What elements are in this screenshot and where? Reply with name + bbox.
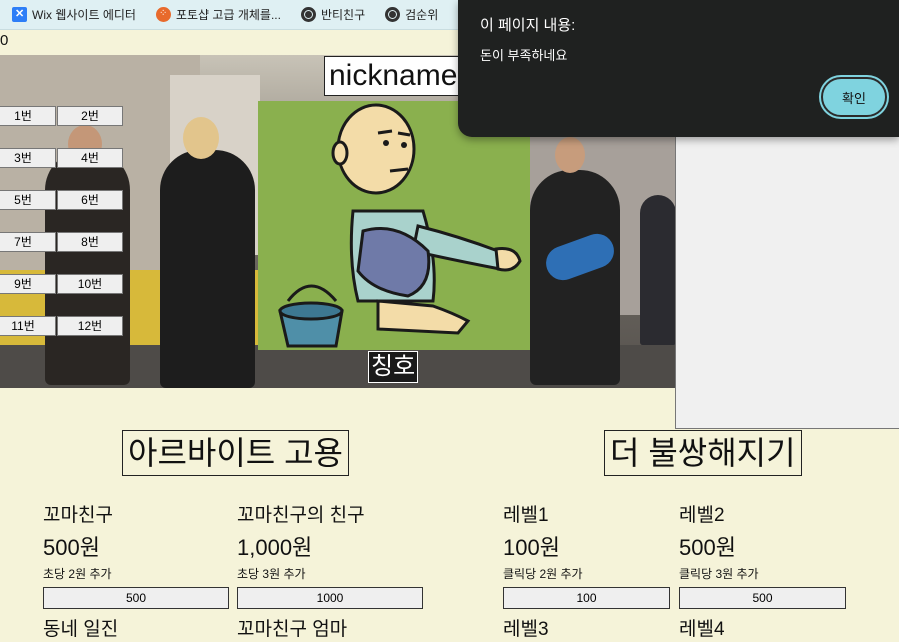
number-button-7[interactable]: 7번 xyxy=(0,232,56,252)
item-name: 꼬마친구의 친구 xyxy=(237,505,365,526)
item-name: 레벨4 xyxy=(679,619,725,640)
number-button-10[interactable]: 10번 xyxy=(57,274,123,294)
nickname-label: nickname xyxy=(324,56,472,96)
orange-circle-icon xyxy=(155,7,171,22)
item-name: 레벨3 xyxy=(503,619,549,640)
number-button-1[interactable]: 1번 xyxy=(0,106,56,126)
bookmark-label: 포토샵 고급 개체를... xyxy=(175,8,281,22)
item-price: 100원 xyxy=(503,535,560,560)
bookmark-label: 검순위 xyxy=(405,8,439,22)
item-description: 초당 2원 추가 xyxy=(43,567,112,581)
shop-item-level2: 레벨2 500원 클릭당 3원 추가 500 xyxy=(679,504,865,609)
item-name: 꼬마친구 xyxy=(43,505,113,526)
bookmark-label: Wix 웹사이트 에디터 xyxy=(32,8,136,22)
item-price: 500원 xyxy=(679,535,736,560)
bookmark-wix[interactable]: Wix 웹사이트 에디터 xyxy=(12,6,136,23)
shop-item-kid-friend: 꼬마친구 500원 초당 2원 추가 500 xyxy=(43,504,229,609)
bookmark-banti[interactable]: 반티친구 xyxy=(300,6,366,23)
wix-icon xyxy=(12,7,27,22)
poorer-section-title: 더 불쌍해지기 xyxy=(604,430,802,476)
ok-button[interactable]: 확인 xyxy=(821,77,887,117)
shop-item-level1: 레벨1 100원 클릭당 2원 추가 100 xyxy=(503,504,689,609)
dialog-title: 이 페이지 내용: xyxy=(480,17,576,34)
item-name: 레벨2 xyxy=(679,505,725,526)
buy-button[interactable]: 100 xyxy=(503,587,670,609)
buy-button[interactable]: 1000 xyxy=(237,587,423,609)
item-description: 클릭당 3원 추가 xyxy=(679,567,759,581)
item-name: 꼬마친구 엄마 xyxy=(237,619,348,640)
item-name: 동네 일진 xyxy=(43,619,119,640)
number-button-11[interactable]: 11번 xyxy=(0,316,56,336)
item-description: 클릭당 2원 추가 xyxy=(503,567,583,581)
item-price: 1,000원 xyxy=(237,535,313,560)
number-button-12[interactable]: 12번 xyxy=(57,316,123,336)
item-description: 초당 3원 추가 xyxy=(237,567,306,581)
item-name: 레벨1 xyxy=(503,505,549,526)
character-image[interactable] xyxy=(258,101,530,350)
number-button-4[interactable]: 4번 xyxy=(57,148,123,168)
globe-icon xyxy=(300,7,316,22)
bookmark-photoshop[interactable]: 포토샵 고급 개체를... xyxy=(155,6,281,23)
bookmark-rank[interactable]: 검순위 xyxy=(385,6,438,23)
buy-button[interactable]: 500 xyxy=(43,587,229,609)
alert-dialog: 이 페이지 내용: 돈이 부족하네요 확인 xyxy=(458,0,899,137)
globe-icon xyxy=(385,7,401,22)
number-button-5[interactable]: 5번 xyxy=(0,190,56,210)
shop-item-kid-friends-friend: 꼬마친구의 친구 1,000원 초당 3원 추가 1000 xyxy=(237,504,423,609)
dialog-message: 돈이 부족하네요 xyxy=(480,48,568,63)
bookmark-label: 반티친구 xyxy=(320,8,366,22)
number-button-9[interactable]: 9번 xyxy=(0,274,56,294)
money-counter: 0 xyxy=(0,32,9,49)
beggar-character-icon xyxy=(258,101,530,350)
hire-section-title: 아르바이트 고용 xyxy=(122,430,349,476)
number-button-2[interactable]: 2번 xyxy=(57,106,123,126)
buy-button[interactable]: 500 xyxy=(679,587,846,609)
item-price: 500원 xyxy=(43,535,100,560)
side-panel xyxy=(675,130,899,429)
number-button-6[interactable]: 6번 xyxy=(57,190,123,210)
number-button-8[interactable]: 8번 xyxy=(57,232,123,252)
number-button-3[interactable]: 3번 xyxy=(0,148,56,168)
title-badge: 칭호 xyxy=(368,351,419,383)
